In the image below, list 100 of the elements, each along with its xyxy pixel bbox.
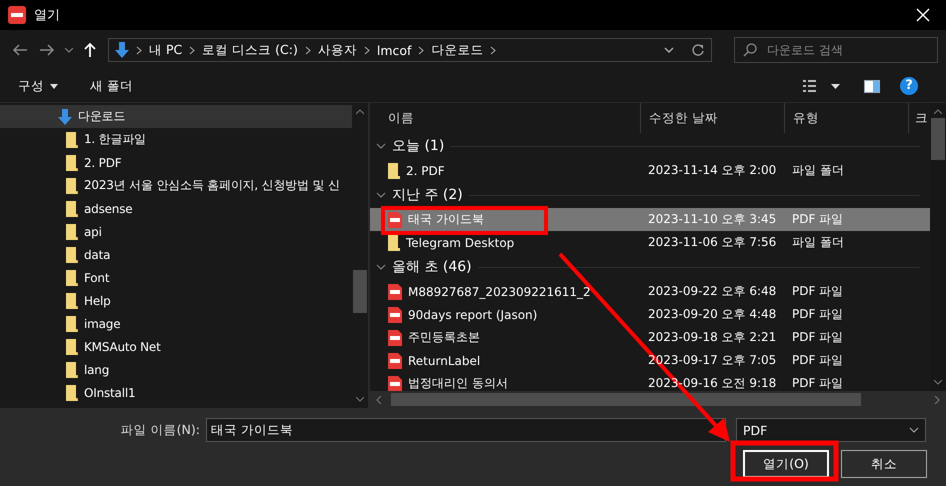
caret-icon[interactable] (831, 84, 840, 88)
chevron-icon (418, 46, 424, 54)
breadcrumb[interactable]: lmcof (376, 42, 412, 58)
date-cell-text: 2023-09-22 오후 6:48 (647, 283, 778, 300)
up-arrow-icon[interactable] (84, 42, 96, 58)
tree-item[interactable]: adsense (0, 197, 352, 220)
new-folder-button[interactable]: 새 폴더 (90, 78, 133, 94)
type-cell-text: PDF 파일 (791, 211, 844, 228)
caret-icon (50, 84, 58, 88)
scroll-down-icon[interactable] (356, 397, 364, 402)
scroll-down-icon[interactable] (934, 380, 942, 385)
type-cell-text: PDF 파일 (791, 352, 844, 369)
chevron-icon[interactable] (376, 192, 386, 198)
forward-arrow-icon[interactable] (39, 44, 56, 56)
date-cell-text: 2023-09-18 오후 2:21 (647, 329, 778, 346)
tree-item[interactable]: 1. 한글파일 (0, 128, 352, 151)
scroll-thumb[interactable] (353, 270, 367, 313)
file-row[interactable]: 태국 가이드북 2023-11-10 오후 3:45 PDF 파일 (370, 208, 930, 231)
tree-item[interactable]: image (0, 312, 352, 335)
tree-item[interactable]: 2. PDF (0, 151, 352, 174)
tree-item[interactable]: 2023년 서울 안심소득 홈페이지, 신청방법 및 신 (0, 174, 352, 197)
search-field[interactable]: 다운로드 검색 (764, 42, 929, 58)
file-name: 90days report (Jason) (408, 308, 538, 322)
pdf-file-icon (388, 306, 402, 322)
column-header[interactable]: 이름 (370, 103, 640, 133)
folder-icon (66, 132, 78, 148)
chevron-icon[interactable] (64, 48, 73, 52)
folder-icon (388, 234, 400, 250)
folder-icon (66, 200, 78, 216)
chevron-icon (364, 46, 370, 54)
tree-item[interactable]: 다운로드 (0, 105, 352, 128)
download-icon (114, 42, 129, 58)
preview-pane-icon[interactable] (864, 80, 880, 92)
folder-icon (66, 384, 78, 400)
type-cell-text: 파일 폴더 (791, 162, 845, 179)
type-cell-text: PDF 파일 (791, 306, 844, 323)
pdf-file-icon (388, 376, 402, 391)
tree-item[interactable]: Font (0, 266, 352, 289)
group-header[interactable]: 오늘 (1) (392, 137, 444, 155)
file-row[interactable]: M88927687_202309221611_2 2023-09-22 오후 6:48 PDF 파일 (370, 280, 930, 303)
scroll-left-icon[interactable] (376, 396, 381, 404)
file-type-dropdown[interactable]: PDF (736, 418, 926, 442)
date-cell-text: 2023-09-20 오후 4:48 (647, 306, 778, 323)
folder-icon (66, 246, 78, 262)
breadcrumb[interactable]: 내 PC (148, 42, 182, 58)
open-button[interactable]: 열기(O) (743, 450, 829, 478)
help-button[interactable]: ? (900, 77, 918, 95)
folder-icon (66, 338, 78, 354)
tree-item[interactable]: KMSAuto Net (0, 335, 352, 358)
tree-item[interactable]: api (0, 220, 352, 243)
breadcrumb[interactable]: 로컬 디스크 (C:) (202, 42, 298, 58)
search-box[interactable]: 다운로드 검색 (734, 37, 938, 63)
chevron-icon (490, 46, 496, 54)
type-cell-text: PDF 파일 (791, 375, 844, 391)
scroll-up-icon[interactable] (356, 109, 364, 114)
chevron-icon (136, 46, 142, 54)
chevron-icon (304, 46, 311, 54)
scrollbar[interactable] (370, 391, 946, 408)
folder-icon (66, 362, 78, 378)
file-name: 법정대리인 동의서 (408, 375, 508, 391)
breadcrumb[interactable]: 다운로드 (431, 42, 484, 58)
back-arrow-icon[interactable] (12, 44, 28, 56)
scroll-right-icon[interactable] (935, 396, 940, 404)
close-icon[interactable] (916, 8, 930, 22)
folder-icon (66, 224, 78, 240)
type-cell-text: 파일 폴더 (791, 234, 845, 251)
scroll-up-icon[interactable] (934, 109, 942, 114)
file-row[interactable]: 주민등록초본 2023-09-18 오후 2:21 PDF 파일 (370, 326, 930, 349)
chevron-icon[interactable] (376, 264, 386, 270)
file-row[interactable]: 90days report (Jason) 2023-09-20 오후 4:48 PDF 파일 (370, 303, 930, 326)
folder-icon (66, 270, 78, 286)
tree-item[interactable]: OInstall1 (0, 381, 352, 404)
cancel-button[interactable]: 취소 (841, 450, 927, 478)
group-header[interactable]: 올해 초 (46) (392, 258, 472, 276)
pdf-file-icon (388, 212, 402, 228)
refresh-icon[interactable] (690, 43, 705, 57)
filename-label: 파일 이름(N): (120, 422, 201, 438)
type-cell-text: PDF 파일 (791, 283, 844, 300)
scroll-thumb[interactable] (931, 118, 945, 160)
breadcrumb[interactable]: 사용자 (318, 42, 357, 58)
folder-icon (66, 316, 78, 332)
chevron-icon[interactable] (376, 143, 386, 149)
filename-field[interactable]: 태국 가이드북 (206, 418, 726, 442)
group-header[interactable]: 지난 주 (2) (392, 186, 463, 204)
file-row[interactable]: 2. PDF 2023-11-14 오후 2:00 파일 폴더 (370, 159, 930, 182)
tree-item[interactable]: data (0, 243, 352, 266)
column-header[interactable]: 유형 (784, 103, 908, 133)
column-header[interactable]: 수정한 날짜 (640, 103, 784, 133)
pdf-app-icon (8, 6, 26, 24)
tree-item[interactable]: Help (0, 289, 352, 312)
address-bar[interactable]: 내 PC 로컬 디스크 (C:) 사용자 lmcof 다운로드 (108, 38, 712, 62)
search-icon (742, 43, 757, 57)
dropdown-icon[interactable] (664, 47, 674, 53)
file-row[interactable]: Telegram Desktop 2023-11-06 오후 7:56 파일 폴더 (370, 231, 930, 254)
tree-item[interactable]: lang (0, 358, 352, 381)
scroll-thumb[interactable] (391, 393, 861, 406)
file-name: 2. PDF (406, 164, 445, 178)
chevron-icon (189, 46, 196, 54)
organize-menu[interactable]: 구성 (18, 78, 58, 94)
pdf-file-icon (388, 284, 402, 300)
